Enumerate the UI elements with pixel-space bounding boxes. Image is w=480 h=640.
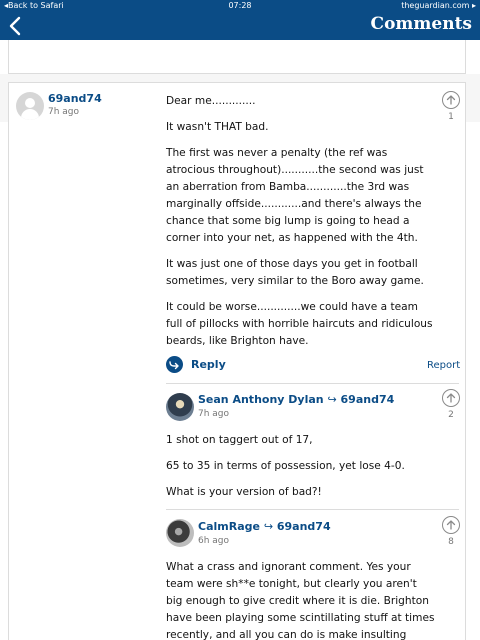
comment-paragraph: 1 shot on taggert out of 17, [166,434,313,446]
reply-to-author[interactable]: 69and74 [341,393,395,406]
page-title: Comments [370,14,472,34]
nav-bar: Comments [0,12,480,40]
comment-time[interactable]: 7h ago [48,107,79,117]
arrow-up-icon [446,520,456,530]
comment-paragraph: It wasn't THAT bad. [166,121,269,133]
reply-to-author[interactable]: 69and74 [277,520,331,533]
reply-icon [166,356,183,373]
recommend-count: 2 [448,410,454,420]
comments-page: · ·· · ·· · · · ·· · 69and74 7h ago 1 De… [0,40,480,640]
avatar[interactable] [16,92,44,120]
divider [166,509,459,510]
comment-body: Dear me............. It wasn't THAT bad.… [166,93,436,359]
report-link[interactable]: Report [427,360,460,371]
comment-author[interactable]: CalmRage [198,520,260,533]
avatar[interactable] [166,393,194,421]
comment-body: What a crass and ignorant comment. Yes y… [166,559,436,640]
reply-author-line: Sean Anthony Dylan ↪ 69and74 [198,393,394,406]
comment-body: 1 shot on taggert out of 17, 65 to 35 in… [166,432,436,510]
comment-author[interactable]: Sean Anthony Dylan [198,393,324,406]
arrow-up-icon [446,95,456,105]
back-chevron-icon[interactable] [8,16,26,36]
comment-time[interactable]: 7h ago [198,409,229,419]
status-site: theguardian.com ▸ [401,1,476,10]
recommend-button[interactable] [442,516,460,534]
comment-card: 69and74 7h ago 1 Dear me............. It… [8,82,466,640]
arrow-up-icon [446,393,456,403]
status-bar: ◂Back to Safari 07:28 theguardian.com ▸ [0,0,480,12]
recommend-count: 8 [448,537,454,547]
comment-paragraph: What is your version of bad?! [166,486,322,498]
recommend-count: 1 [448,112,454,122]
comment-author[interactable]: 69and74 [48,92,102,105]
comment-paragraph: 65 to 35 in terms of possession, yet los… [166,460,405,472]
divider [166,383,459,384]
reply-label: Reply [191,358,226,371]
reply-arrow-icon: ↪ [263,520,274,533]
recommend-button[interactable] [442,91,460,109]
reply-author-line: CalmRage ↪ 69and74 [198,520,331,533]
previous-comment-text-fragment: · ·· · ·· · · · ·· · [175,40,252,44]
comment-paragraph: What a crass and ignorant comment. Yes y… [166,561,435,640]
comment-paragraph: Dear me............. [166,95,256,107]
comment-paragraph: The first was never a penalty (the ref w… [166,147,424,244]
reply-arrow-icon: ↪ [327,393,337,406]
comment-paragraph: It was just one of those days you get in… [166,258,424,287]
reply-button[interactable]: Reply [166,356,226,373]
comment-paragraph: It could be worse.............we could h… [166,301,433,347]
avatar[interactable] [166,519,194,547]
previous-comment-card: · ·· · ·· · · · ·· · [8,40,466,74]
comment-time[interactable]: 6h ago [198,536,229,546]
recommend-button[interactable] [442,389,460,407]
